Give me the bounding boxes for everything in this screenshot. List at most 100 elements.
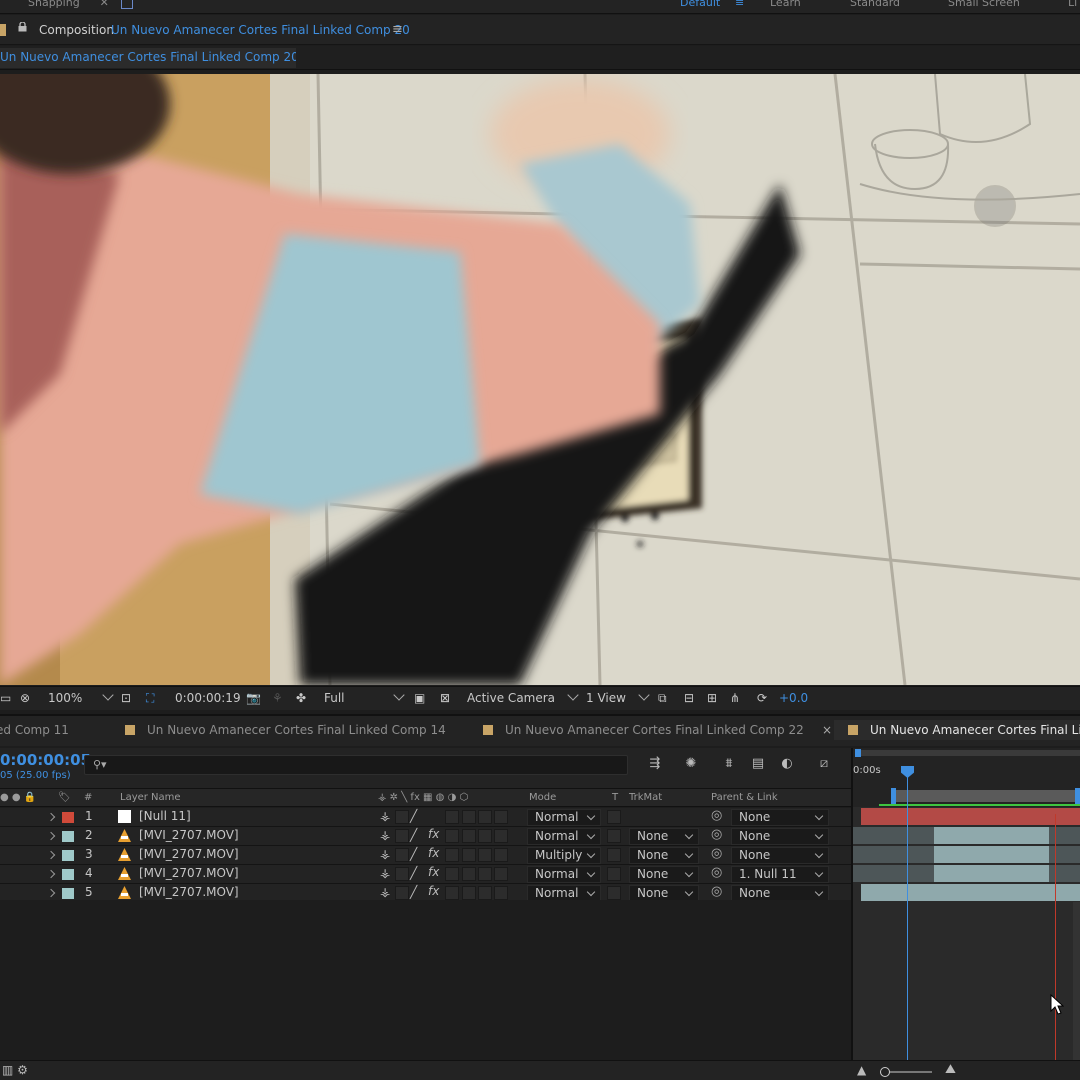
timeline-tab-comp-22[interactable]: Un Nuevo Amanecer Cortes Final Linked Co… bbox=[483, 723, 804, 737]
parent-select[interactable]: None bbox=[731, 809, 829, 826]
fit-frame-icon[interactable]: ⊡ bbox=[121, 691, 131, 705]
exposure-value[interactable]: +0.0 bbox=[779, 691, 808, 705]
layer-name-header[interactable]: Layer Name bbox=[120, 792, 181, 803]
timeline-tab-comp-11[interactable]: ed Comp 11 bbox=[0, 723, 69, 737]
layer-duration-bar[interactable] bbox=[861, 884, 1080, 901]
layer-name[interactable]: [MVI_2707.MOV] bbox=[139, 866, 239, 880]
layer-duration-bar[interactable] bbox=[861, 808, 1080, 825]
show-snapshot-icon[interactable]: ⚘ bbox=[272, 691, 283, 705]
timeline-empty-area[interactable] bbox=[853, 902, 1080, 1060]
parent-select[interactable]: 1. Null 11 bbox=[731, 866, 829, 883]
label-color-swatch[interactable] bbox=[62, 850, 74, 861]
workspace-small-screen[interactable]: Small Screen bbox=[948, 0, 1020, 9]
current-time-display[interactable]: 0:00:00:05 bbox=[0, 751, 91, 769]
switch-cell[interactable] bbox=[462, 848, 476, 862]
parent-pickwhip-icon[interactable]: ◎ bbox=[711, 846, 722, 861]
quality-switch-icon[interactable]: ╱ bbox=[410, 866, 417, 880]
shy-switch-icon[interactable]: ⚶ bbox=[380, 809, 390, 823]
view-layout-select[interactable]: 1 View bbox=[586, 689, 650, 705]
preserve-transparency-toggle[interactable] bbox=[607, 810, 621, 824]
work-area-bar[interactable] bbox=[853, 788, 1080, 807]
parent-pickwhip-icon[interactable]: ◎ bbox=[711, 808, 722, 823]
parent-pickwhip-icon[interactable]: ◎ bbox=[711, 827, 722, 842]
preserve-transparency-toggle[interactable] bbox=[607, 886, 621, 900]
timeline-scrollbar[interactable] bbox=[1073, 902, 1080, 1060]
expand-layer-icon[interactable] bbox=[46, 850, 56, 860]
switch-cell[interactable] bbox=[445, 810, 459, 824]
expand-layer-icon[interactable] bbox=[46, 888, 56, 898]
switch-cell[interactable] bbox=[462, 886, 476, 900]
preserve-transparency-toggle[interactable] bbox=[607, 829, 621, 843]
layer-row[interactable]: 1 [Null 11] ⚶ ╱ Normal ◎ None bbox=[0, 808, 851, 827]
reset-exposure-icon[interactable]: ⟳ bbox=[757, 691, 767, 705]
workspace-default[interactable]: Default bbox=[680, 0, 720, 9]
toggle-pixel-aspect-icon[interactable]: ⧉ bbox=[658, 691, 667, 706]
viewer-timecode[interactable]: 0:00:00:19 bbox=[175, 691, 241, 705]
layer-name[interactable]: [MVI_2707.MOV] bbox=[139, 828, 239, 842]
fast-preview-icon[interactable]: ⊟ bbox=[684, 691, 694, 705]
navigator-start-handle[interactable] bbox=[855, 749, 861, 757]
lock-icon[interactable] bbox=[18, 22, 27, 32]
camera-select[interactable]: Active Camera bbox=[467, 689, 579, 705]
blend-mode-select[interactable]: Normal bbox=[527, 828, 601, 845]
zoom-slider-thumb[interactable] bbox=[880, 1067, 890, 1077]
region-of-interest-icon[interactable]: ▣ bbox=[414, 691, 425, 705]
flowchart-icon[interactable]: ⋔ bbox=[730, 691, 740, 705]
preserve-transparency-toggle[interactable] bbox=[607, 848, 621, 862]
layer-row[interactable]: 2 [MVI_2707.MOV] ⚶ ╱ fx Normal None ◎ No… bbox=[0, 827, 851, 846]
quality-switch-icon[interactable]: ╱ bbox=[410, 885, 417, 899]
switch-cell[interactable] bbox=[445, 867, 459, 881]
graph-editor-icon[interactable]: ⧄ bbox=[815, 756, 833, 774]
switch-cell[interactable] bbox=[395, 848, 409, 862]
layer-row[interactable]: 3 [MVI_2707.MOV] ⚶ ╱ fx Multiply None ◎ … bbox=[0, 846, 851, 865]
switch-cell[interactable] bbox=[478, 848, 492, 862]
switch-cell[interactable] bbox=[494, 810, 508, 824]
switch-cell[interactable] bbox=[494, 829, 508, 843]
color-channels-icon[interactable]: ✤ bbox=[296, 691, 306, 705]
work-area-start-handle[interactable] bbox=[891, 788, 896, 804]
switch-cell[interactable] bbox=[462, 810, 476, 824]
switch-cell[interactable] bbox=[478, 810, 492, 824]
switch-cell[interactable] bbox=[478, 867, 492, 881]
layer-list-empty-area[interactable] bbox=[0, 900, 851, 1060]
work-area-range[interactable] bbox=[893, 790, 1079, 802]
quality-switch-icon[interactable]: ╱ bbox=[410, 828, 417, 842]
zoom-in-icon[interactable]: ⛰ bbox=[945, 1062, 956, 1077]
switch-cell[interactable] bbox=[494, 867, 508, 881]
track-matte-select[interactable]: None bbox=[629, 866, 699, 883]
label-color-swatch[interactable] bbox=[62, 888, 74, 899]
label-color-swatch[interactable] bbox=[62, 869, 74, 880]
switch-cell[interactable] bbox=[494, 886, 508, 900]
layer-name[interactable]: [MVI_2707.MOV] bbox=[139, 885, 239, 899]
switch-cell[interactable] bbox=[395, 886, 409, 900]
toggle-switches-icon[interactable]: ▥ ⚙ bbox=[2, 1063, 28, 1077]
close-tab-icon[interactable]: × bbox=[822, 723, 832, 737]
switch-cell[interactable] bbox=[395, 867, 409, 881]
switch-cell[interactable] bbox=[478, 829, 492, 843]
workspace-more[interactable]: Li bbox=[1068, 0, 1077, 9]
parent-select[interactable]: None bbox=[731, 828, 829, 845]
preserve-transparency-toggle[interactable] bbox=[607, 867, 621, 881]
quality-switch-icon[interactable]: ╱ bbox=[410, 809, 417, 823]
frame-blending-icon[interactable]: ▤ bbox=[749, 756, 767, 774]
zoom-select[interactable]: 100% bbox=[48, 689, 114, 705]
shy-switch-icon[interactable]: ⚶ bbox=[380, 828, 390, 842]
workspace-learn[interactable]: Learn bbox=[770, 0, 801, 9]
resolution-select[interactable]: Full bbox=[324, 689, 405, 705]
timeline-tab-comp-20[interactable]: Un Nuevo Amanecer Cortes Final Linked bbox=[834, 720, 1080, 740]
shy-switch-icon[interactable]: ⚶ bbox=[380, 885, 390, 899]
time-ruler[interactable]: 0:00s bbox=[853, 748, 1080, 788]
layer-search-input[interactable]: ⚲▾ bbox=[84, 755, 628, 775]
panel-menu-icon[interactable]: ≡ bbox=[392, 22, 403, 37]
snapping-box-icon[interactable] bbox=[120, 0, 133, 9]
effects-switch-icon[interactable]: fx bbox=[428, 846, 439, 860]
blend-mode-select[interactable]: Normal bbox=[527, 866, 601, 883]
safe-margins-icon[interactable]: ⛶ bbox=[146, 691, 154, 706]
effects-switch-icon[interactable]: fx bbox=[428, 884, 439, 898]
switch-cell[interactable] bbox=[395, 810, 409, 824]
zoom-out-icon[interactable]: ▲ bbox=[857, 1063, 866, 1077]
layer-duration-bar[interactable] bbox=[934, 865, 1049, 882]
transparency-grid-icon[interactable]: ⊠ bbox=[440, 691, 450, 705]
layer-duration-bar[interactable] bbox=[934, 827, 1049, 844]
effects-switch-icon[interactable]: fx bbox=[428, 865, 439, 879]
